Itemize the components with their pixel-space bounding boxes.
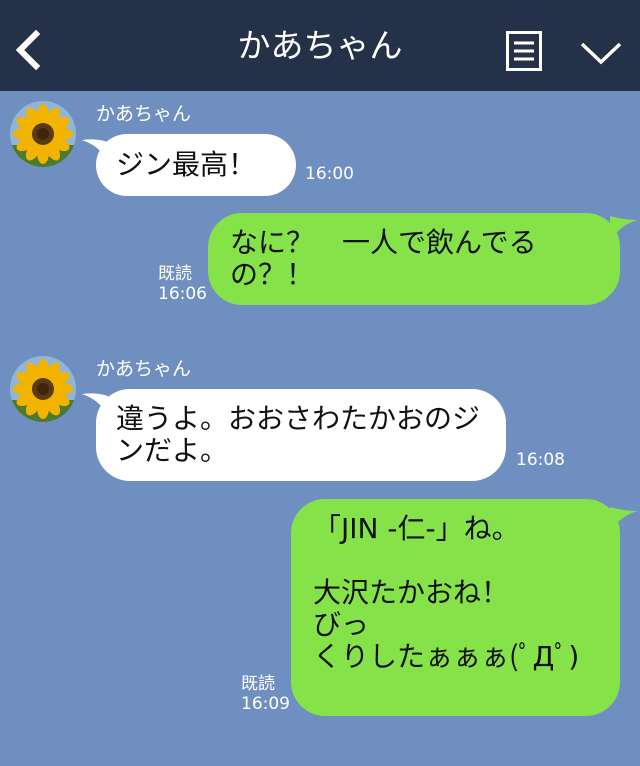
back-button[interactable] [8,24,52,76]
collapse-button[interactable] [578,36,624,68]
sunflower-icon [10,101,76,167]
message-bubble[interactable]: なに？ 一人で飲んでるの？！ [208,213,620,305]
sender-name: かあちゃん [96,358,192,380]
read-receipt: 既読 [158,264,192,284]
read-receipt: 既読 [241,674,275,694]
chat-header: かあちゃん [0,0,640,91]
chevron-down-icon [580,42,622,65]
sunflower-icon [10,356,76,422]
menu-button[interactable] [506,31,542,71]
chat-title: かあちゃん [237,26,403,65]
message-time: 16:00 [305,164,354,184]
sender-name: かあちゃん [96,103,192,125]
message-bubble[interactable]: 違うよ。おおさわたかおのジンだよ。 [96,389,506,481]
message-bubble[interactable]: ジン最高！ [96,134,296,196]
sunflower-avatar[interactable] [10,101,76,167]
document-menu-icon [506,31,542,71]
sunflower-avatar[interactable] [10,356,76,422]
message-time: 16:09 [241,694,290,714]
message-time: 16:06 [158,284,207,304]
chevron-left-icon [15,29,41,71]
message-bubble[interactable]: 「JIN -仁-」ね。 大沢たかおね！ びっ くりしたぁぁぁ(ﾟДﾟ) [291,499,620,716]
message-time: 16:08 [516,450,565,470]
